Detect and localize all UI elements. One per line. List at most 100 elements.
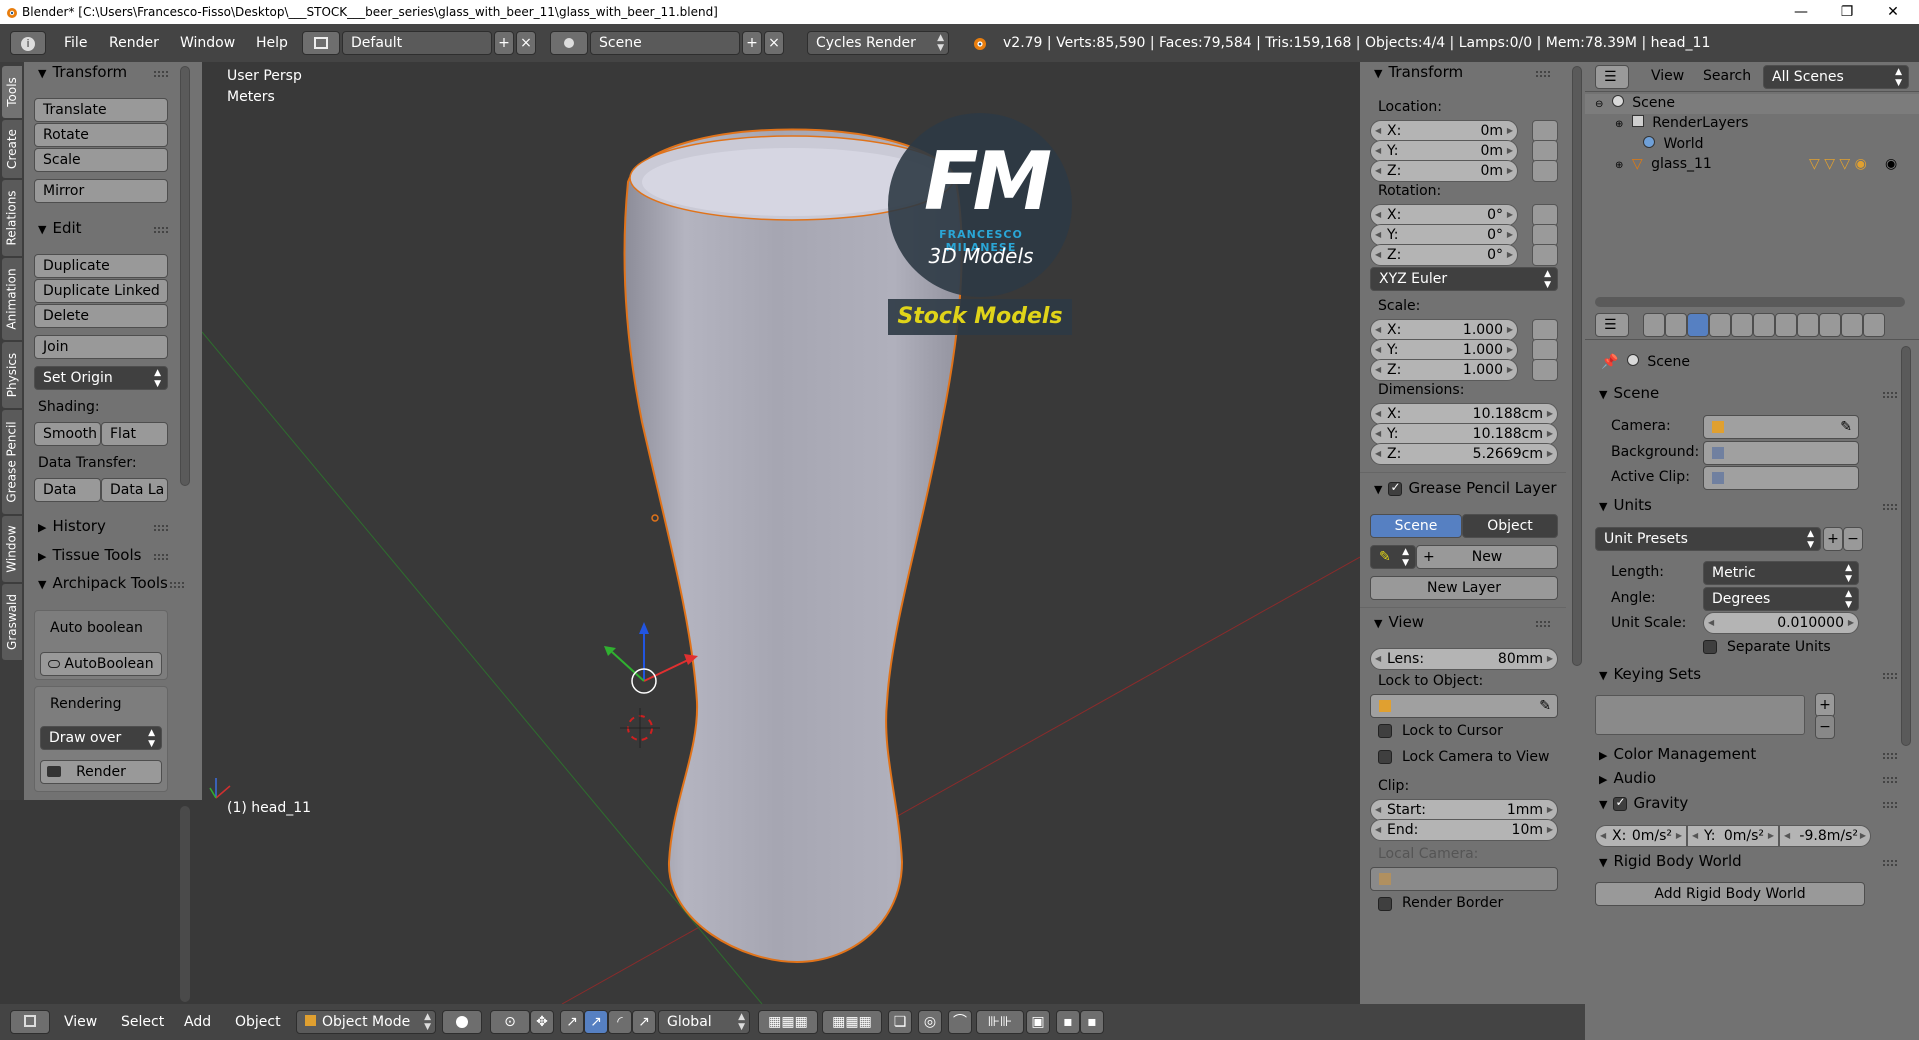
pin-icon[interactable]: 📌 xyxy=(1601,354,1618,370)
drag-grip-icon[interactable] xyxy=(1883,673,1897,679)
rotate-manipulator-button[interactable]: ↗ xyxy=(584,1010,608,1034)
drag-grip-icon[interactable] xyxy=(1883,392,1897,398)
translate-manipulator-button[interactable]: ↗ xyxy=(560,1010,584,1034)
dimension-x-field[interactable]: ◀ X: 10.188cm ▶ xyxy=(1370,403,1558,425)
editor-type-button[interactable]: ☰ xyxy=(1595,65,1629,89)
rotation-y-field[interactable]: ◀ Y: 0° ▶ xyxy=(1370,224,1518,246)
smooth-shading-button[interactable]: Smooth xyxy=(34,422,101,446)
drag-grip-icon[interactable] xyxy=(1883,753,1897,759)
add-scene-button[interactable]: + xyxy=(742,31,762,55)
history-panel-header[interactable]: ▶ History xyxy=(38,517,106,535)
data-layout-button[interactable]: Data La xyxy=(101,478,168,502)
unit-scale-field[interactable]: ◀ 0.010000 ▶ xyxy=(1703,612,1859,634)
dimension-y-field[interactable]: ◀ Y: 10.188cm ▶ xyxy=(1370,423,1558,445)
scene-tab-icon[interactable] xyxy=(1687,313,1709,337)
lock-camera-checkbox[interactable] xyxy=(1378,750,1392,764)
layer-lock-button[interactable]: ❏ xyxy=(888,1010,912,1034)
render-layers-tab-icon[interactable] xyxy=(1665,313,1687,337)
layout-selector-button[interactable] xyxy=(302,31,340,55)
drag-grip-icon[interactable] xyxy=(170,582,184,588)
menu-file[interactable]: File xyxy=(64,24,87,62)
outliner-item-glass[interactable]: ⊕ ▽ glass_11 xyxy=(1615,156,1712,172)
drag-grip-icon[interactable] xyxy=(1883,504,1897,510)
join-button[interactable]: Join xyxy=(34,335,168,359)
set-origin-select[interactable]: Set Origin ▲ ▼ xyxy=(34,366,168,390)
rotation-z-field[interactable]: ◀ Z: 0° ▶ xyxy=(1370,244,1518,266)
active-clip-field[interactable] xyxy=(1703,466,1859,490)
snap-element-select[interactable]: ⊪⊪ xyxy=(976,1010,1024,1034)
scene-panel-header[interactable]: ▼ Scene xyxy=(1599,384,1659,402)
visibility-toggles[interactable]: ◉ xyxy=(1885,156,1897,172)
data-transfer-button[interactable]: Data xyxy=(34,478,101,502)
outliner-view-menu[interactable]: View xyxy=(1651,68,1684,84)
tab-graswald[interactable]: Graswald xyxy=(2,584,22,660)
transform-panel-header[interactable]: ▼ Transform xyxy=(1374,63,1463,81)
transform-orientation-select[interactable]: Global ▲ ▼ xyxy=(658,1010,750,1034)
properties-scrollbar[interactable] xyxy=(1901,346,1911,746)
length-unit-select[interactable]: Metric ▲ ▼ xyxy=(1703,561,1859,585)
viewport-shading-select[interactable] xyxy=(442,1010,482,1034)
render-engine-select[interactable]: Cycles Render ▲ ▼ xyxy=(807,31,949,55)
lock-icon[interactable] xyxy=(1532,160,1558,182)
gp-pencil-select[interactable]: ✎ ▲ ▼ xyxy=(1370,545,1416,569)
add-preset-button[interactable]: + xyxy=(1823,527,1843,551)
lock-icon[interactable] xyxy=(1532,120,1558,142)
keying-sets-list[interactable] xyxy=(1595,695,1805,735)
editor-type-button[interactable]: i xyxy=(10,31,46,55)
drag-grip-icon[interactable] xyxy=(154,525,168,531)
tissue-tools-panel-header[interactable]: ▶ Tissue Tools xyxy=(38,546,141,564)
menu-view[interactable]: View xyxy=(64,1004,97,1040)
properties-shelf-scrollbar[interactable] xyxy=(1572,66,1582,666)
add-rigid-body-world-button[interactable]: Add Rigid Body World xyxy=(1595,882,1865,906)
data-tab-icon[interactable] xyxy=(1797,313,1819,337)
gp-new-button[interactable]: + New xyxy=(1416,545,1558,569)
outliner-item-renderlayers[interactable]: ⊕ RenderLayers xyxy=(1615,115,1748,131)
particles-tab-icon[interactable] xyxy=(1863,313,1885,337)
grease-pencil-checkbox[interactable] xyxy=(1388,480,1403,496)
color-management-panel-header[interactable]: ▶ Color Management xyxy=(1599,745,1756,763)
lock-icon[interactable] xyxy=(1532,224,1558,246)
close-button[interactable]: ✕ xyxy=(1870,0,1916,24)
keying-sets-panel-header[interactable]: ▼ Keying Sets xyxy=(1599,665,1701,683)
menu-add[interactable]: Add xyxy=(184,1004,211,1040)
remove-preset-button[interactable]: − xyxy=(1843,527,1863,551)
gravity-z-field[interactable]: ◀ -9.8m/s² ▶ xyxy=(1779,825,1871,847)
interaction-mode-select[interactable]: Object Mode ▲ ▼ xyxy=(296,1010,436,1034)
rotate-button[interactable]: Rotate xyxy=(34,123,168,147)
tab-create[interactable]: Create xyxy=(2,120,22,178)
translate-button[interactable]: Translate xyxy=(34,98,168,122)
scale-z-field[interactable]: ◀ Z: 1.000 ▶ xyxy=(1370,359,1518,381)
drag-grip-icon[interactable] xyxy=(1883,802,1897,808)
tab-grease-pencil[interactable]: Grease Pencil xyxy=(2,410,22,514)
drag-grip-icon[interactable] xyxy=(1883,860,1897,866)
duplicate-button[interactable]: Duplicate xyxy=(34,254,168,278)
tab-window[interactable]: Window xyxy=(2,516,22,582)
scene-name-field[interactable]: Scene xyxy=(590,31,740,55)
gravity-x-field[interactable]: ◀ X: 0m/s² ▶ xyxy=(1595,825,1687,847)
lock-to-cursor-checkbox[interactable] xyxy=(1378,724,1392,738)
archipack-panel-header[interactable]: ▼ Archipack Tools xyxy=(38,574,168,592)
menu-select[interactable]: Select xyxy=(121,1004,164,1040)
scale-button[interactable]: Scale xyxy=(34,148,168,172)
delete-button[interactable]: Delete xyxy=(34,304,168,328)
menu-render[interactable]: Render xyxy=(109,24,159,62)
pivot-point-select[interactable]: ⊙ xyxy=(490,1010,530,1034)
tab-animation[interactable]: Animation xyxy=(2,258,22,340)
render-button[interactable]: Render xyxy=(40,760,162,784)
maximize-button[interactable]: ❐ xyxy=(1824,0,1870,24)
lens-field[interactable]: ◀ Lens: 80mm ▶ xyxy=(1370,648,1558,670)
location-x-field[interactable]: ◀ X: 0m ▶ xyxy=(1370,120,1518,142)
layers-grid-1[interactable]: ▦▦▦ xyxy=(758,1010,818,1034)
gravity-panel-header[interactable]: ▼ Gravity xyxy=(1599,794,1688,812)
audio-panel-header[interactable]: ▶ Audio xyxy=(1599,769,1656,787)
manipulator-toggle[interactable]: ✥ xyxy=(530,1010,554,1034)
drag-grip-icon[interactable] xyxy=(154,227,168,233)
tab-tools[interactable]: Tools xyxy=(2,66,22,118)
snap-target-button[interactable]: ▣ xyxy=(1026,1010,1050,1034)
gravity-checkbox[interactable] xyxy=(1613,795,1628,811)
lock-object-field[interactable]: ✎ xyxy=(1370,694,1558,718)
render-tab-icon[interactable] xyxy=(1643,313,1665,337)
proportional-edit-button[interactable]: ◎ xyxy=(918,1010,942,1034)
local-camera-field[interactable] xyxy=(1370,867,1558,891)
lock-icon[interactable] xyxy=(1532,359,1558,381)
